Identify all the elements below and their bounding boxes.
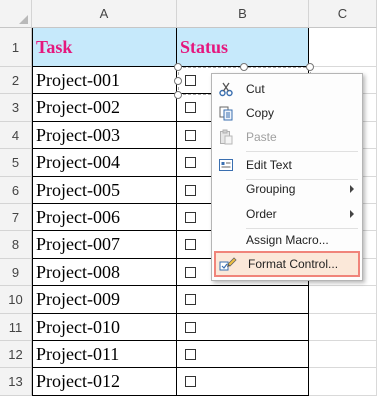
cell-task[interactable]: Project-003 <box>32 122 177 149</box>
cell-task[interactable]: Project-010 <box>32 314 177 341</box>
cell-c[interactable] <box>309 314 377 341</box>
task-name: Project-012 <box>36 371 120 391</box>
cell-c[interactable] <box>309 368 377 396</box>
resize-handle-top-left[interactable] <box>174 63 182 71</box>
row-header-13[interactable]: 13 <box>0 368 32 396</box>
menu-item-copy[interactable]: Copy <box>212 101 362 125</box>
menu-item-grouping-label: Grouping <box>246 182 296 196</box>
header-task-label: Task <box>36 36 73 57</box>
menu-item-copy-label: Copy <box>246 106 275 120</box>
menu-item-assign-macro[interactable]: Assign Macro... <box>212 228 362 252</box>
status-checkbox[interactable] <box>185 376 196 387</box>
cell-task[interactable]: Project-008 <box>32 259 177 286</box>
row-header-9[interactable]: 9 <box>0 259 32 286</box>
cell-task[interactable]: Project-012 <box>32 368 177 396</box>
row-header-6[interactable]: 6 <box>0 177 32 204</box>
menu-item-paste-label: Paste <box>246 130 277 144</box>
task-name: Project-010 <box>36 316 120 337</box>
submenu-arrow-icon <box>350 210 354 218</box>
cell-task[interactable]: Project-006 <box>32 204 177 231</box>
task-name: Project-009 <box>36 289 120 309</box>
context-menu: Cut Copy Paste Edit Text Grouping Order … <box>211 73 363 281</box>
menu-item-format-control-label: Format Control... <box>248 257 339 271</box>
task-name: Project-004 <box>36 152 120 172</box>
row-header-7[interactable]: 7 <box>0 204 32 231</box>
cell-a1[interactable]: Task <box>32 28 177 67</box>
resize-handle-top-right[interactable] <box>306 63 314 71</box>
status-checkbox[interactable] <box>185 294 196 305</box>
status-checkbox[interactable] <box>185 266 196 278</box>
menu-item-format-control[interactable]: Format Control... <box>214 251 360 277</box>
select-all-corner[interactable] <box>0 0 32 28</box>
cell-task[interactable]: Project-001 <box>32 67 177 94</box>
status-checkbox[interactable] <box>185 157 196 168</box>
status-checkbox[interactable] <box>185 184 196 196</box>
format-control-icon <box>214 256 242 272</box>
cell-task[interactable]: Project-009 <box>32 286 177 314</box>
task-name: Project-002 <box>36 97 120 117</box>
cell-c[interactable] <box>309 341 377 368</box>
status-checkbox[interactable] <box>185 102 196 113</box>
menu-item-assign-macro-label: Assign Macro... <box>246 233 329 247</box>
row-header-2[interactable]: 2 <box>0 67 32 94</box>
cell-task[interactable]: Project-011 <box>32 341 177 368</box>
cell-task[interactable]: Project-002 <box>32 94 177 122</box>
cell-c[interactable] <box>309 286 377 314</box>
cell-c1[interactable] <box>309 28 377 67</box>
cell-status[interactable] <box>177 314 309 341</box>
scissors-icon <box>212 81 240 97</box>
row-header-11[interactable]: 11 <box>0 314 32 341</box>
clipboard-icon <box>212 129 240 145</box>
row-header-12[interactable]: 12 <box>0 341 32 368</box>
cell-task[interactable]: Project-005 <box>32 177 177 204</box>
task-name: Project-001 <box>36 69 120 90</box>
resize-handle-bottom-left[interactable] <box>174 91 182 99</box>
edit-text-icon <box>212 157 240 173</box>
menu-separator <box>246 151 358 152</box>
copy-icon <box>212 105 240 121</box>
column-header-c[interactable]: C <box>309 0 377 28</box>
status-checkbox[interactable] <box>185 211 196 223</box>
cell-status[interactable] <box>177 286 309 314</box>
row-header-3[interactable]: 3 <box>0 94 32 122</box>
header-status-label: Status <box>180 36 229 57</box>
task-name: Project-006 <box>36 206 120 227</box>
row-header-8[interactable]: 8 <box>0 231 32 259</box>
task-name: Project-003 <box>36 124 120 145</box>
menu-item-order-label: Order <box>246 207 277 221</box>
task-name: Project-008 <box>36 261 120 282</box>
status-checkbox[interactable] <box>185 348 196 360</box>
cell-task[interactable]: Project-004 <box>32 149 177 177</box>
menu-item-grouping[interactable]: Grouping <box>212 177 362 201</box>
cell-status[interactable] <box>177 368 309 396</box>
row-header-4[interactable]: 4 <box>0 122 32 149</box>
menu-item-edit-text-label: Edit Text <box>246 158 292 172</box>
resize-handle-middle-left[interactable] <box>174 77 182 85</box>
task-name: Project-011 <box>36 343 120 364</box>
menu-item-paste[interactable]: Paste <box>212 125 362 149</box>
status-checkbox[interactable] <box>185 321 196 333</box>
menu-item-edit-text[interactable]: Edit Text <box>212 153 362 177</box>
task-name: Project-005 <box>36 179 120 200</box>
cell-b1[interactable]: Status <box>177 28 309 67</box>
menu-item-order[interactable]: Order <box>212 202 362 226</box>
status-checkbox[interactable] <box>185 239 196 250</box>
row-header-5[interactable]: 5 <box>0 149 32 177</box>
task-name: Project-007 <box>36 234 120 254</box>
column-header-b[interactable]: B <box>177 0 309 28</box>
row-header-10[interactable]: 10 <box>0 286 32 314</box>
menu-item-cut-label: Cut <box>246 82 265 96</box>
menu-item-cut[interactable]: Cut <box>212 77 362 101</box>
cell-status[interactable] <box>177 341 309 368</box>
submenu-arrow-icon <box>350 185 354 193</box>
status-checkbox[interactable] <box>185 129 196 141</box>
column-header-a[interactable]: A <box>32 0 177 28</box>
resize-handle-top-middle[interactable] <box>240 63 248 71</box>
cell-task[interactable]: Project-007 <box>32 231 177 259</box>
row-header-1[interactable]: 1 <box>0 28 32 67</box>
